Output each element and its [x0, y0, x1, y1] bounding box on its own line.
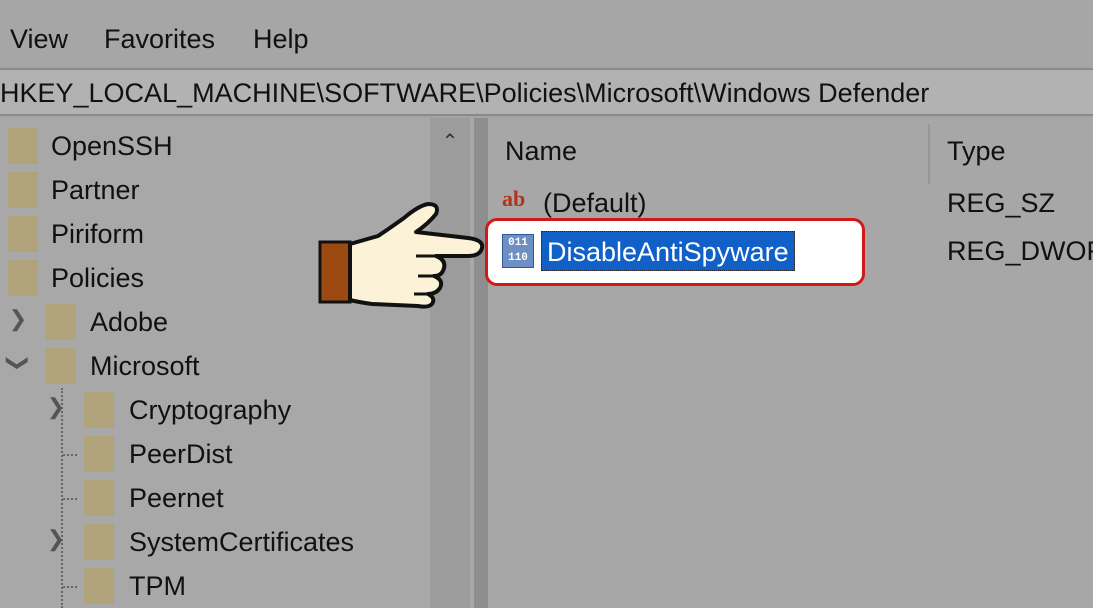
tree-item-label: Adobe [90, 307, 169, 337]
tree-connector [63, 586, 77, 588]
tree-item-label: Peernet [129, 483, 224, 513]
chevron-right-icon[interactable]: ❯ [46, 394, 66, 420]
tree-item-openssh[interactable]: OpenSSH [0, 126, 420, 166]
hand-cuff [318, 240, 352, 304]
folder-icon [46, 348, 76, 384]
menu-bar: View Favorites Help [0, 0, 1093, 66]
menu-favorites[interactable]: Favorites [104, 24, 215, 55]
tree-item-peernet[interactable]: Peernet [0, 478, 420, 518]
menu-help[interactable]: Help [253, 24, 309, 55]
tree-scrollbar[interactable]: ⌃ [430, 118, 470, 608]
tree-item-cryptography[interactable]: ❯ Cryptography [0, 390, 420, 430]
column-header-name[interactable]: Name [505, 136, 577, 167]
folder-icon [84, 480, 114, 516]
tree-item-label: Policies [51, 263, 145, 293]
address-bar[interactable]: HKEY_LOCAL_MACHINE\SOFTWARE\Policies\Mic… [0, 68, 1093, 116]
folder-icon [84, 524, 114, 560]
column-separator[interactable] [928, 124, 930, 184]
folder-icon [8, 216, 38, 252]
folder-icon [46, 304, 76, 340]
chevron-right-icon[interactable]: ❯ [8, 306, 28, 332]
string-value-icon: ab [502, 186, 526, 211]
tree-item-label: Piriform [51, 219, 144, 249]
tree-item-label: Microsoft [90, 351, 200, 381]
tree-pane: OpenSSH Partner Piriform Policies ❯ Adob… [0, 118, 474, 608]
folder-icon [84, 568, 114, 604]
column-header-type[interactable]: Type [947, 136, 1006, 167]
value-name[interactable]: (Default) [543, 188, 647, 219]
tree-item-label: TPM [129, 571, 186, 601]
values-list-pane: Name Type ab (Default) REG_SZ [488, 118, 1093, 608]
tree-item-tpm[interactable]: TPM [0, 566, 420, 606]
pointing-hand-icon [318, 202, 485, 309]
tree-item-label: Partner [51, 175, 140, 205]
highlight-callout [485, 218, 865, 286]
tree-item-label: OpenSSH [51, 131, 173, 161]
folder-icon [84, 436, 114, 472]
pane-splitter[interactable] [474, 118, 488, 608]
tree-connector [63, 498, 77, 500]
tree-item-label: PeerDist [129, 439, 233, 469]
tree-item-peerdist[interactable]: PeerDist [0, 434, 420, 474]
address-path: HKEY_LOCAL_MACHINE\SOFTWARE\Policies\Mic… [0, 78, 930, 108]
folder-icon [8, 128, 38, 164]
folder-icon [84, 392, 114, 428]
chevron-right-icon[interactable]: ❯ [46, 526, 66, 552]
tree-item-microsoft[interactable]: ❯ Microsoft [0, 346, 420, 386]
tree-connector [63, 454, 77, 456]
folder-icon [8, 260, 38, 296]
value-type: REG_SZ [947, 188, 1056, 218]
tree-item-label: SystemCertificates [129, 527, 355, 557]
menu-view[interactable]: View [10, 24, 68, 55]
scroll-up-icon[interactable]: ⌃ [440, 132, 460, 152]
folder-icon [8, 172, 38, 208]
chevron-down-icon[interactable]: ❯ [5, 353, 31, 373]
tree-item-label: Cryptography [129, 395, 292, 425]
tree-item-systemcertificates[interactable]: ❯ SystemCertificates [0, 522, 420, 562]
